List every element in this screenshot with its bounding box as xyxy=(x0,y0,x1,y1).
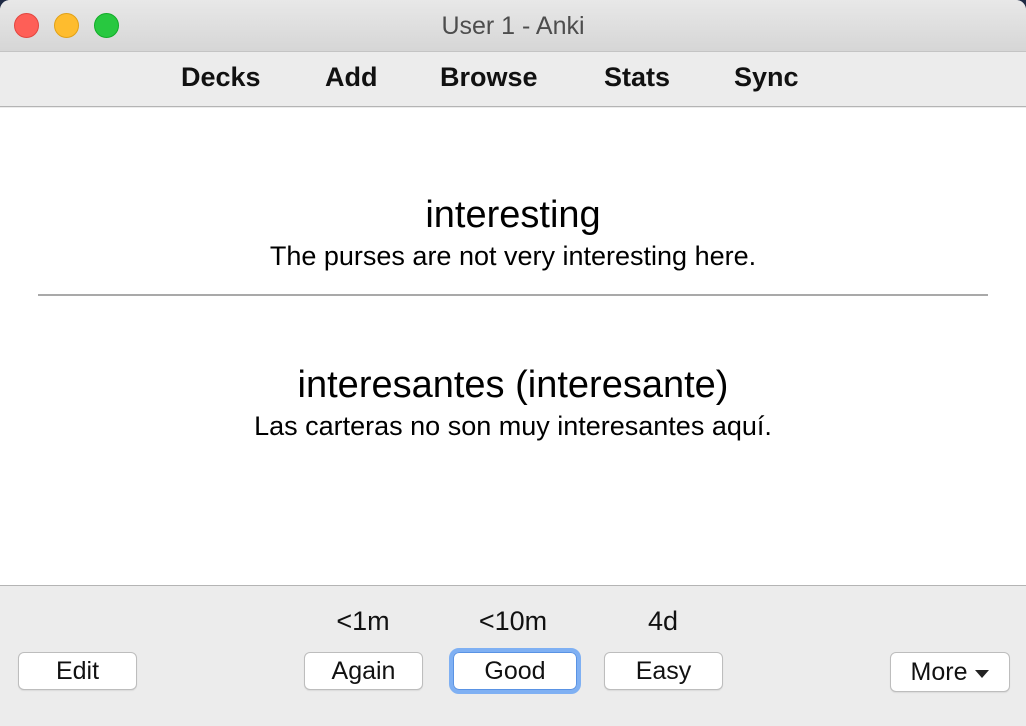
more-button[interactable]: More xyxy=(890,652,1010,692)
decks-link[interactable]: Decks xyxy=(181,62,261,93)
sync-link[interactable]: Sync xyxy=(734,62,799,93)
front-sentence: The purses are not very interesting here… xyxy=(269,241,757,271)
stats-link[interactable]: Stats xyxy=(604,62,670,93)
answer-bar: Edit <1m Again <10m Good 4d Easy More xyxy=(0,585,1026,726)
again-button[interactable]: Again xyxy=(304,652,423,690)
answer-divider xyxy=(38,294,988,296)
anki-window: User 1 - Anki Decks Add Browse Stats Syn… xyxy=(0,0,1026,726)
more-button-label: More xyxy=(910,657,968,686)
title-bar: User 1 - Anki xyxy=(0,0,1026,52)
easy-interval: 4d xyxy=(647,606,679,636)
edit-button[interactable]: Edit xyxy=(18,652,137,690)
good-interval: <10m xyxy=(478,606,548,636)
back-word: interesantes (interesante) xyxy=(297,364,729,406)
again-interval: <1m xyxy=(336,606,390,636)
front-word: interesting xyxy=(425,194,601,236)
card-view: interesting The purses are not very inte… xyxy=(0,108,1026,585)
add-link[interactable]: Add xyxy=(325,62,377,93)
back-sentence: Las carteras no son muy interesantes aqu… xyxy=(254,411,772,441)
browse-link[interactable]: Browse xyxy=(440,62,538,93)
good-button[interactable]: Good xyxy=(449,648,581,694)
window-title: User 1 - Anki xyxy=(441,12,585,40)
chevron-down-icon xyxy=(975,670,990,678)
main-toolbar: Decks Add Browse Stats Sync xyxy=(0,52,1026,107)
easy-button[interactable]: Easy xyxy=(604,652,723,690)
